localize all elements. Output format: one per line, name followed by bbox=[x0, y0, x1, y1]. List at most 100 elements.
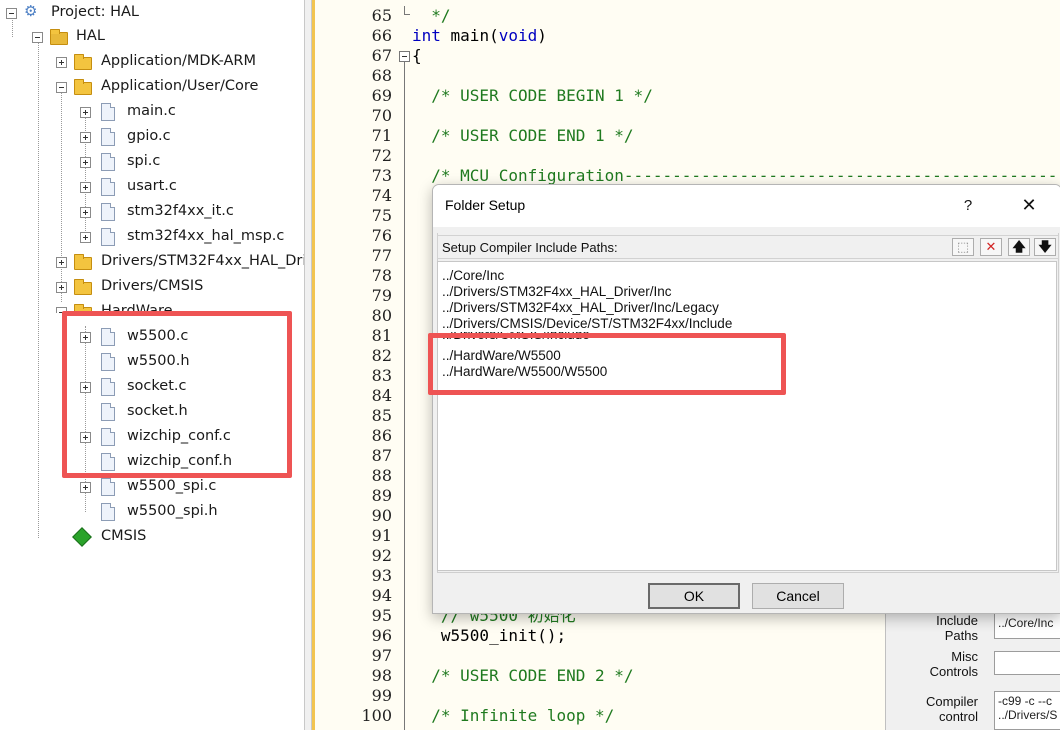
tree-item-group-cmsis[interactable]: Drivers/CMSIS bbox=[0, 274, 300, 299]
tree-item-file[interactable]: gpio.c bbox=[0, 124, 300, 149]
misc-controls-label: Misc Controls bbox=[929, 649, 978, 679]
expand-icon[interactable] bbox=[80, 482, 91, 493]
delete-entry-icon[interactable]: ✕ bbox=[980, 238, 1002, 256]
code-keyword: void bbox=[498, 26, 538, 45]
code-line[interactable]: /* MCU Configuration--------------------… bbox=[412, 166, 1060, 186]
dialog-title: Folder Setup bbox=[445, 197, 526, 213]
annotation-highlight-box bbox=[428, 333, 786, 395]
tree-item-target[interactable]: HAL bbox=[0, 24, 300, 49]
code-line[interactable]: int main(void) bbox=[412, 26, 547, 46]
expand-icon[interactable] bbox=[80, 207, 91, 218]
line-number: 67 bbox=[371, 46, 392, 65]
move-down-icon[interactable]: 🡇 bbox=[1034, 238, 1056, 256]
line-number: 72 bbox=[371, 146, 392, 165]
line-number: 100 bbox=[361, 706, 392, 725]
include-path-item[interactable]: ../Drivers/STM32F4xx_HAL_Driver/Inc bbox=[442, 284, 672, 300]
line-number: 83 bbox=[371, 366, 392, 385]
c-file-icon bbox=[101, 228, 115, 246]
line-number: 76 bbox=[371, 226, 392, 245]
collapse-icon[interactable] bbox=[6, 8, 17, 19]
tree-item-cmsis-component[interactable]: CMSIS bbox=[0, 524, 300, 549]
line-number: 93 bbox=[371, 566, 392, 585]
tree-item-file[interactable]: spi.c bbox=[0, 149, 300, 174]
tree-item-group-user-core[interactable]: Application/User/Core bbox=[0, 74, 300, 99]
tree-label: main.c bbox=[127, 103, 176, 119]
code-line[interactable]: /* USER CODE END 1 */ bbox=[412, 126, 633, 146]
line-number: 97 bbox=[371, 646, 392, 665]
line-number: 74 bbox=[371, 186, 392, 205]
tree-item-file[interactable]: w5500_spi.h bbox=[0, 499, 300, 524]
compiler-control-field[interactable]: -c99 -c --c ../Drivers/S bbox=[994, 691, 1060, 730]
folder-setup-dialog: Folder Setup ? ✕ Setup Compiler Include … bbox=[432, 184, 1060, 614]
line-number: 90 bbox=[371, 506, 392, 525]
code-line[interactable]: /* USER CODE BEGIN 1 */ bbox=[412, 86, 653, 106]
expand-icon[interactable] bbox=[80, 232, 91, 243]
folder-icon bbox=[74, 54, 92, 70]
tree-item-group-mdk-arm[interactable]: Application/MDK-ARM bbox=[0, 49, 300, 74]
open-folder-icon bbox=[74, 79, 92, 95]
fold-line bbox=[404, 6, 405, 14]
tree-item-file[interactable]: main.c bbox=[0, 99, 300, 124]
dialog-titlebar[interactable]: Folder Setup ? ✕ bbox=[433, 185, 1060, 227]
tree-item-project[interactable]: ⚙ Project: HAL bbox=[0, 0, 300, 25]
close-button[interactable]: ✕ bbox=[1013, 193, 1045, 219]
code-line[interactable]: w5500_init(); bbox=[412, 626, 566, 646]
tree-label: Application/User/Core bbox=[101, 78, 259, 94]
fold-collapse-icon[interactable] bbox=[399, 51, 410, 62]
include-path-item[interactable]: ../Core/Inc bbox=[442, 268, 504, 284]
fold-line bbox=[404, 14, 410, 15]
line-number: 99 bbox=[371, 686, 392, 705]
new-entry-icon[interactable]: ⬚ bbox=[952, 238, 974, 256]
tree-item-file[interactable]: stm32f4xx_hal_msp.c bbox=[0, 224, 300, 249]
code-line[interactable]: /* Infinite loop */ bbox=[412, 706, 614, 726]
expand-icon[interactable] bbox=[80, 182, 91, 193]
tree-label: Project: HAL bbox=[51, 4, 140, 20]
cancel-button[interactable]: Cancel bbox=[752, 583, 844, 609]
ok-button[interactable]: OK bbox=[648, 583, 740, 609]
include-path-item[interactable]: ../Drivers/CMSIS/Device/ST/STM32F4xx/Inc… bbox=[442, 316, 732, 332]
tree-item-file[interactable]: usart.c bbox=[0, 174, 300, 199]
annotation-highlight-box bbox=[62, 311, 292, 478]
pane-splitter[interactable] bbox=[304, 0, 312, 730]
code-line[interactable]: { bbox=[412, 46, 422, 66]
expand-icon[interactable] bbox=[56, 282, 67, 293]
collapse-icon[interactable] bbox=[56, 82, 67, 93]
line-number: 73 bbox=[371, 166, 392, 185]
include-path-item[interactable]: ../Drivers/STM32F4xx_HAL_Driver/Inc/Lega… bbox=[442, 300, 719, 316]
line-number: 96 bbox=[371, 626, 392, 645]
code-line[interactable]: /* USER CODE END 2 */ bbox=[412, 666, 633, 686]
target-folder-icon bbox=[50, 29, 68, 45]
move-up-icon[interactable]: 🡅 bbox=[1008, 238, 1030, 256]
expand-icon[interactable] bbox=[56, 57, 67, 68]
help-button[interactable]: ? bbox=[953, 193, 983, 219]
line-number: 94 bbox=[371, 586, 392, 605]
tree-item-group-hal-driver[interactable]: Drivers/STM32F4xx_HAL_Driver bbox=[0, 249, 304, 274]
fold-line bbox=[404, 62, 405, 730]
expand-icon[interactable] bbox=[56, 257, 67, 268]
compiler-control-line: -c99 -c --c bbox=[998, 694, 1052, 708]
include-paths-field[interactable]: ../Core/Inc bbox=[994, 613, 1060, 639]
line-number: 86 bbox=[371, 426, 392, 445]
expand-icon[interactable] bbox=[80, 132, 91, 143]
include-paths-list[interactable]: ../Core/Inc ../Drivers/STM32F4xx_HAL_Dri… bbox=[437, 261, 1057, 571]
include-paths-header-label: Setup Compiler Include Paths: bbox=[442, 240, 618, 255]
tree-label: spi.c bbox=[127, 153, 161, 169]
line-number: 71 bbox=[371, 126, 392, 145]
c-file-icon bbox=[101, 128, 115, 146]
folder-icon bbox=[74, 254, 92, 270]
project-tree: ⚙ Project: HAL HAL Application/MDK-ARM A… bbox=[0, 0, 304, 730]
line-number: 95 bbox=[371, 606, 392, 625]
expand-icon[interactable] bbox=[80, 157, 91, 168]
code-token: main( bbox=[440, 26, 499, 45]
compiler-options-panel: Include Paths ../Core/Inc Misc Controls … bbox=[885, 605, 1060, 730]
tree-item-file[interactable]: stm32f4xx_it.c bbox=[0, 199, 300, 224]
expand-icon[interactable] bbox=[80, 107, 91, 118]
h-file-icon bbox=[101, 503, 115, 521]
line-number: 75 bbox=[371, 206, 392, 225]
compiler-control-line: ../Drivers/S bbox=[998, 708, 1058, 722]
tree-label: usart.c bbox=[127, 178, 177, 194]
collapse-icon[interactable] bbox=[32, 32, 43, 43]
code-keyword: int bbox=[412, 26, 441, 45]
code-line[interactable]: */ bbox=[412, 6, 450, 26]
misc-controls-field[interactable] bbox=[994, 651, 1060, 675]
